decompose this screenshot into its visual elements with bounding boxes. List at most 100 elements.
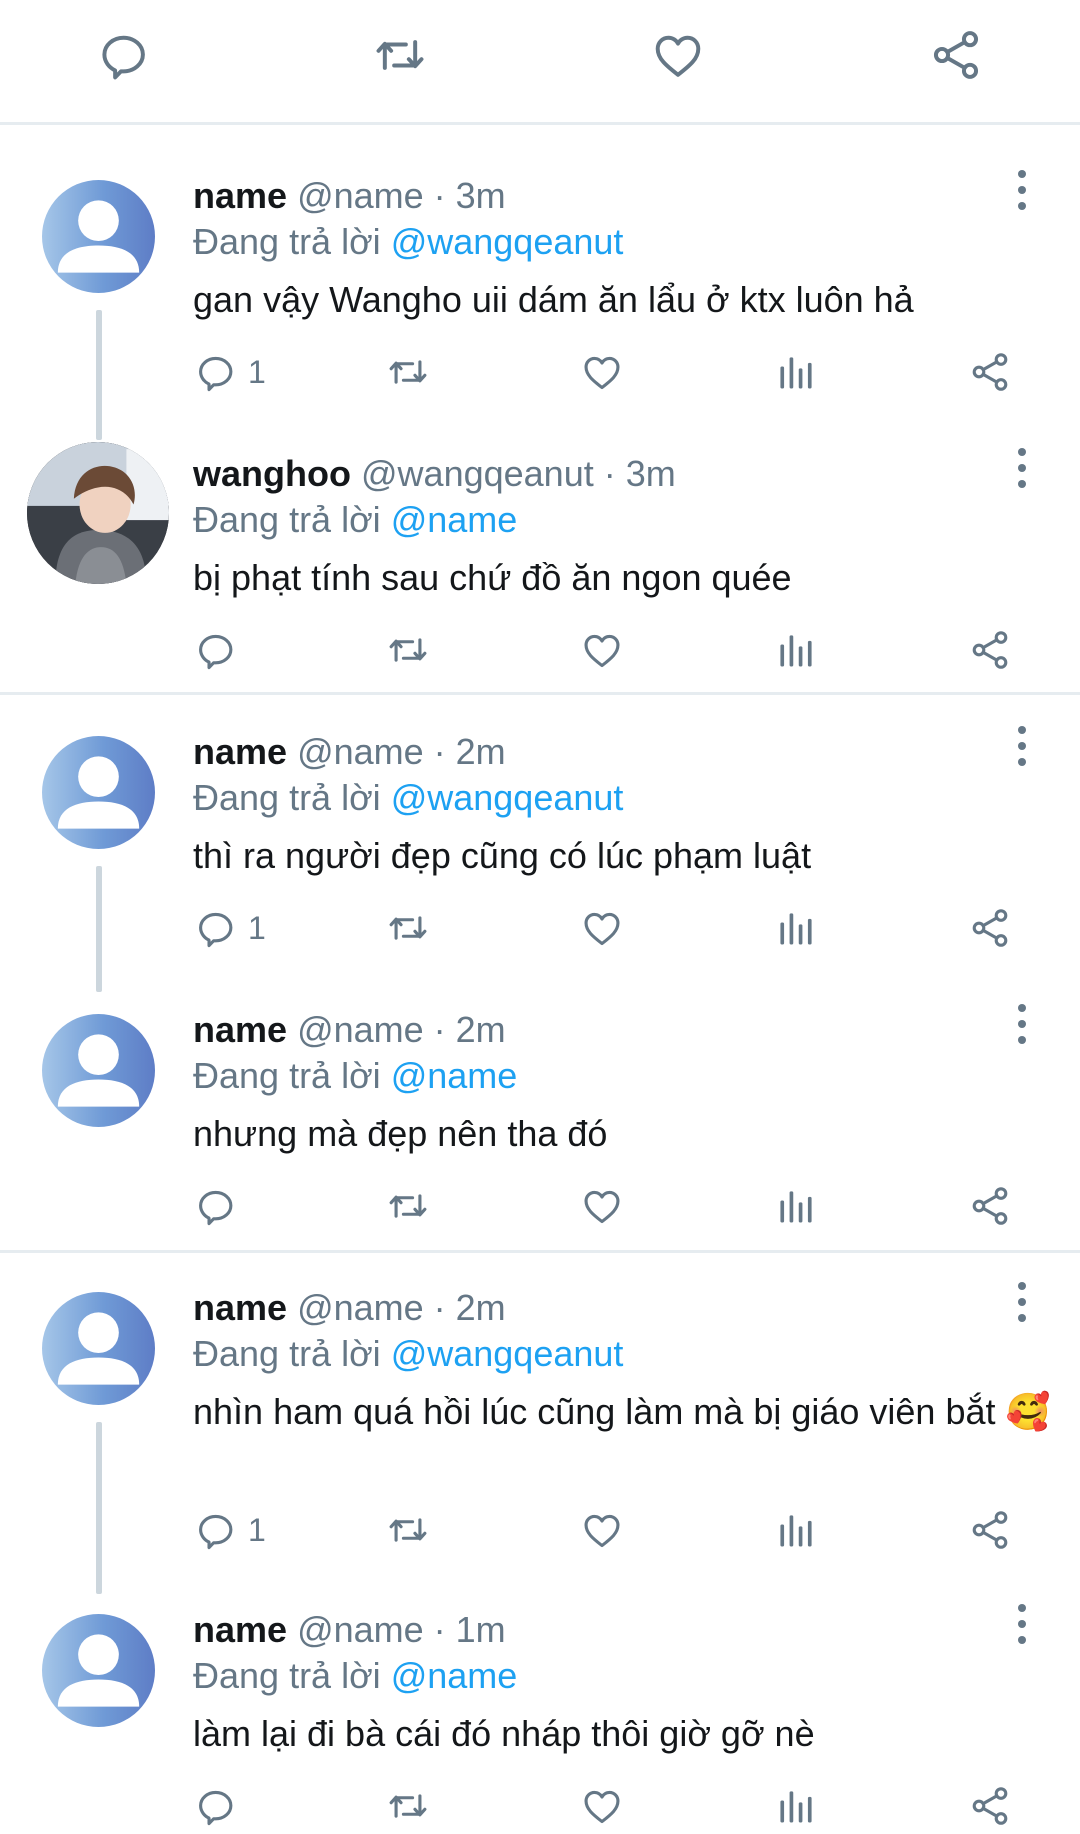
like-icon[interactable] xyxy=(580,350,624,394)
reply-icon[interactable] xyxy=(194,1784,238,1828)
reply-context: Đang trả lời @wangqeanut xyxy=(193,220,623,264)
reply-icon[interactable] xyxy=(194,1184,238,1228)
top-action-bar xyxy=(0,0,1080,122)
share-icon[interactable] xyxy=(928,27,984,83)
like-icon[interactable] xyxy=(580,628,624,672)
display-name[interactable]: name xyxy=(193,175,287,216)
handle-time: @name · 2m xyxy=(297,1009,506,1050)
tweet-actions xyxy=(0,1784,1080,1832)
reply-prefix: Đang trả lời xyxy=(193,499,381,540)
avatar[interactable] xyxy=(42,180,155,293)
avatar[interactable] xyxy=(42,1014,155,1127)
tweet-actions xyxy=(0,1184,1080,1232)
display-name[interactable]: name xyxy=(193,1009,287,1050)
reply-context: Đang trả lời @name xyxy=(193,1654,517,1698)
reply-context: Đang trả lời @name xyxy=(193,498,517,542)
reply-prefix: Đang trả lời xyxy=(193,777,381,818)
retweet-icon[interactable] xyxy=(386,1508,430,1552)
mention-link[interactable]: @wangqeanut xyxy=(391,777,624,818)
retweet-icon[interactable] xyxy=(386,628,430,672)
handle-time: @name · 2m xyxy=(297,731,506,772)
reply-context: Đang trả lời @wangqeanut xyxy=(193,776,623,820)
reply-prefix: Đang trả lời xyxy=(193,1655,381,1696)
more-options-icon[interactable] xyxy=(1012,446,1032,490)
tweet-text: nhưng mà đẹp nên tha đó xyxy=(193,1113,608,1154)
reply-count: 1 xyxy=(248,910,266,946)
tweet-actions: 1 xyxy=(0,1508,1080,1556)
mention-link[interactable]: @name xyxy=(391,499,518,540)
retweet-icon[interactable] xyxy=(386,1784,430,1828)
share-icon[interactable] xyxy=(968,350,1012,394)
mention-link[interactable]: @name xyxy=(391,1655,518,1696)
retweet-icon[interactable] xyxy=(386,1184,430,1228)
more-options-icon[interactable] xyxy=(1012,1280,1032,1324)
tweet-actions: 1 xyxy=(0,350,1080,398)
reply-icon[interactable] xyxy=(96,27,152,83)
more-options-icon[interactable] xyxy=(1012,1002,1032,1046)
mention-link[interactable]: @wangqeanut xyxy=(391,1333,624,1374)
retweet-icon[interactable] xyxy=(372,27,428,83)
share-icon[interactable] xyxy=(968,628,1012,672)
mention-link[interactable]: @wangqeanut xyxy=(391,221,624,262)
display-name[interactable]: name xyxy=(193,1609,287,1650)
stats-icon[interactable] xyxy=(774,906,818,950)
like-icon[interactable] xyxy=(580,1508,624,1552)
tweet-actions: 1 xyxy=(0,906,1080,954)
tweet-header: wanghoo @wangqeanut · 3m xyxy=(193,452,676,496)
share-icon[interactable] xyxy=(968,1784,1012,1828)
tweet-text: thì ra người đẹp cũng có lúc phạm luật xyxy=(193,835,812,876)
display-name[interactable]: name xyxy=(193,1287,287,1328)
reply-icon[interactable] xyxy=(194,350,238,394)
tweet-actions xyxy=(0,628,1080,676)
reply-prefix: Đang trả lời xyxy=(193,1333,381,1374)
avatar[interactable] xyxy=(42,1292,155,1405)
tweet-header: name @name · 1m xyxy=(193,1608,506,1652)
mention-link[interactable]: @name xyxy=(391,1055,518,1096)
stats-icon[interactable] xyxy=(774,1784,818,1828)
avatar[interactable] xyxy=(42,1614,155,1727)
more-options-icon[interactable] xyxy=(1012,1602,1032,1646)
retweet-icon[interactable] xyxy=(386,906,430,950)
reply-count: 1 xyxy=(248,1512,266,1548)
like-icon[interactable] xyxy=(580,1184,624,1228)
reply-context: Đang trả lời @wangqeanut xyxy=(193,1332,623,1376)
avatar[interactable] xyxy=(27,442,169,584)
share-icon[interactable] xyxy=(968,906,1012,950)
retweet-icon[interactable] xyxy=(386,350,430,394)
more-options-icon[interactable] xyxy=(1012,168,1032,212)
tweet-text: nhìn ham quá hồi lúc cũng làm mà bị giáo… xyxy=(193,1391,1051,1432)
display-name[interactable]: name xyxy=(193,731,287,772)
reply-context: Đang trả lời @name xyxy=(193,1054,517,1098)
handle-time: @name · 1m xyxy=(297,1609,506,1650)
reply-icon[interactable] xyxy=(194,628,238,672)
tweet-text: làm lại đi bà cái đó nháp thôi giờ gỡ nè xyxy=(193,1713,815,1754)
stats-icon[interactable] xyxy=(774,1184,818,1228)
stats-icon[interactable] xyxy=(774,1508,818,1552)
reply-prefix: Đang trả lời xyxy=(193,1055,381,1096)
tweet-header: name @name · 2m xyxy=(193,1008,506,1052)
tweet-text: bị phạt tính sau chứ đồ ăn ngon quée xyxy=(193,557,792,598)
divider xyxy=(0,122,1080,125)
like-icon[interactable] xyxy=(650,27,706,83)
reply-icon[interactable] xyxy=(194,1508,238,1552)
reply-prefix: Đang trả lời xyxy=(193,221,381,262)
divider xyxy=(0,692,1080,695)
reply-icon[interactable] xyxy=(194,906,238,950)
tweet-header: name @name · 2m xyxy=(193,1286,506,1330)
avatar[interactable] xyxy=(42,736,155,849)
handle-time: @name · 2m xyxy=(297,1287,506,1328)
handle-time: @name · 3m xyxy=(297,175,506,216)
share-icon[interactable] xyxy=(968,1184,1012,1228)
handle-time: @wangqeanut · 3m xyxy=(361,453,676,494)
tweet-header: name @name · 2m xyxy=(193,730,506,774)
more-options-icon[interactable] xyxy=(1012,724,1032,768)
divider xyxy=(0,1250,1080,1253)
tweet-header: name @name · 3m xyxy=(193,174,506,218)
stats-icon[interactable] xyxy=(774,628,818,672)
stats-icon[interactable] xyxy=(774,350,818,394)
reply-count: 1 xyxy=(248,354,266,390)
share-icon[interactable] xyxy=(968,1508,1012,1552)
like-icon[interactable] xyxy=(580,1784,624,1828)
display-name[interactable]: wanghoo xyxy=(193,453,351,494)
like-icon[interactable] xyxy=(580,906,624,950)
